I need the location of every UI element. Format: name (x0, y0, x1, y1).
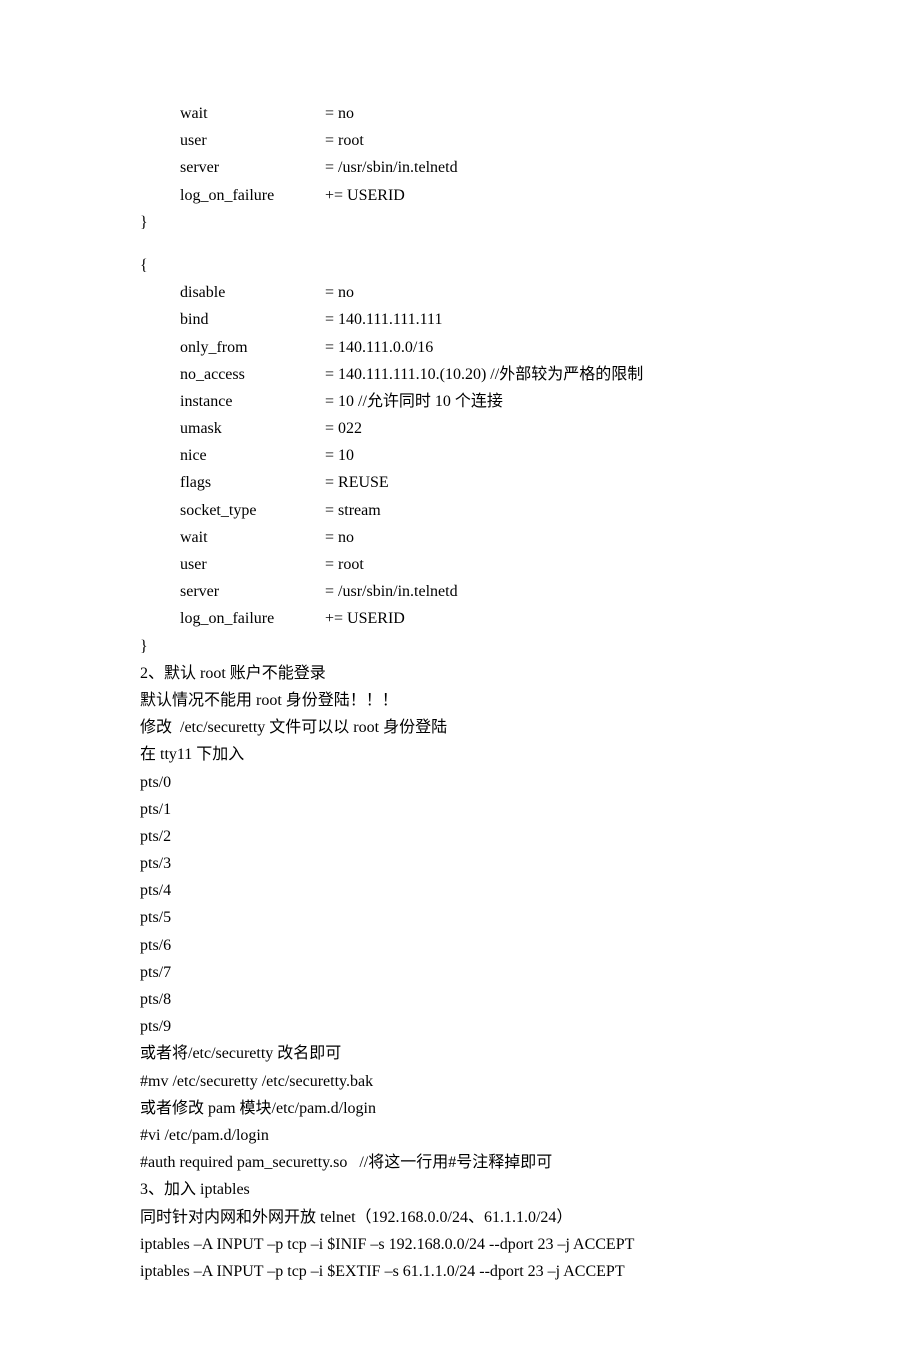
config-key: disable (180, 279, 325, 306)
config-row: wait = no (140, 524, 780, 551)
config-key: server (180, 578, 325, 605)
config-key: socket_type (180, 497, 325, 524)
brace-close: } (140, 209, 780, 236)
config-value: = root (325, 127, 364, 154)
config-row: server = /usr/sbin/in.telnetd (140, 154, 780, 181)
config-value: = /usr/sbin/in.telnetd (325, 154, 458, 181)
config-value: += USERID (325, 182, 405, 209)
config-row: instance = 10 //允许同时 10 个连接 (140, 388, 780, 415)
body-line: 2、默认 root 账户不能登录 (140, 660, 780, 687)
config-value: = root (325, 551, 364, 578)
config-value: = 10 //允许同时 10 个连接 (325, 388, 503, 415)
config-key: no_access (180, 361, 325, 388)
config-row: log_on_failure += USERID (140, 182, 780, 209)
config-row: user = root (140, 551, 780, 578)
config-key: only_from (180, 334, 325, 361)
config-row: umask = 022 (140, 415, 780, 442)
config-row: server = /usr/sbin/in.telnetd (140, 578, 780, 605)
config-row: wait = no (140, 100, 780, 127)
body-line: #auth required pam_securetty.so //将这一行用#… (140, 1149, 780, 1176)
config-row: socket_type = stream (140, 497, 780, 524)
config-row: user = root (140, 127, 780, 154)
config-row: bind = 140.111.111.111 (140, 306, 780, 333)
config-key: user (180, 127, 325, 154)
config-key: instance (180, 388, 325, 415)
config-key: log_on_failure (180, 182, 325, 209)
brace-close: } (140, 633, 780, 660)
body-line: 默认情况不能用 root 身份登陆！！！ (140, 687, 780, 714)
config-key: wait (180, 524, 325, 551)
document-page: wait = no user = root server = /usr/sbin… (0, 0, 920, 1345)
config-row: nice = 10 (140, 442, 780, 469)
body-line: 同时针对内网和外网开放 telnet（192.168.0.0/24、61.1.1… (140, 1204, 780, 1231)
config-value: = 022 (325, 415, 362, 442)
config-value: = 140.111.111.10.(10.20) //外部较为严格的限制 (325, 361, 643, 388)
body-line: 修改 /etc/securetty 文件可以以 root 身份登陆 (140, 714, 780, 741)
brace-open: { (140, 252, 780, 279)
config-value: = 140.111.111.111 (325, 306, 442, 333)
config-value: = no (325, 279, 354, 306)
config-key: wait (180, 100, 325, 127)
body-line: #vi /etc/pam.d/login (140, 1122, 780, 1149)
body-line: pts/1 (140, 796, 780, 823)
config-row: no_access = 140.111.111.10.(10.20) //外部较… (140, 361, 780, 388)
body-line: pts/2 (140, 823, 780, 850)
config-row: flags = REUSE (140, 469, 780, 496)
config-value: += USERID (325, 605, 405, 632)
body-line: pts/7 (140, 959, 780, 986)
body-line: pts/6 (140, 932, 780, 959)
config-value: = /usr/sbin/in.telnetd (325, 578, 458, 605)
body-line: iptables –A INPUT –p tcp –i $EXTIF –s 61… (140, 1258, 780, 1285)
config-value: = 140.111.0.0/16 (325, 334, 433, 361)
body-line: pts/9 (140, 1013, 780, 1040)
config-key: nice (180, 442, 325, 469)
body-line: 3、加入 iptables (140, 1176, 780, 1203)
config-key: bind (180, 306, 325, 333)
config-key: server (180, 154, 325, 181)
body-line: pts/5 (140, 904, 780, 931)
config-value: = no (325, 524, 354, 551)
body-line: iptables –A INPUT –p tcp –i $INIF –s 192… (140, 1231, 780, 1258)
config-row: only_from = 140.111.0.0/16 (140, 334, 780, 361)
body-line: #mv /etc/securetty /etc/securetty.bak (140, 1068, 780, 1095)
config-key: user (180, 551, 325, 578)
config-value: = stream (325, 497, 381, 524)
body-line: 或者将/etc/securetty 改名即可 (140, 1040, 780, 1067)
config-row: log_on_failure += USERID (140, 605, 780, 632)
body-line: pts/8 (140, 986, 780, 1013)
config-value: = no (325, 100, 354, 127)
config-key: flags (180, 469, 325, 496)
body-line: pts/0 (140, 769, 780, 796)
config-key: umask (180, 415, 325, 442)
body-line: 或者修改 pam 模块/etc/pam.d/login (140, 1095, 780, 1122)
body-line: pts/3 (140, 850, 780, 877)
config-row: disable = no (140, 279, 780, 306)
config-value: = REUSE (325, 469, 389, 496)
config-value: = 10 (325, 442, 354, 469)
config-key: log_on_failure (180, 605, 325, 632)
body-line: pts/4 (140, 877, 780, 904)
body-line: 在 tty11 下加入 (140, 741, 780, 768)
